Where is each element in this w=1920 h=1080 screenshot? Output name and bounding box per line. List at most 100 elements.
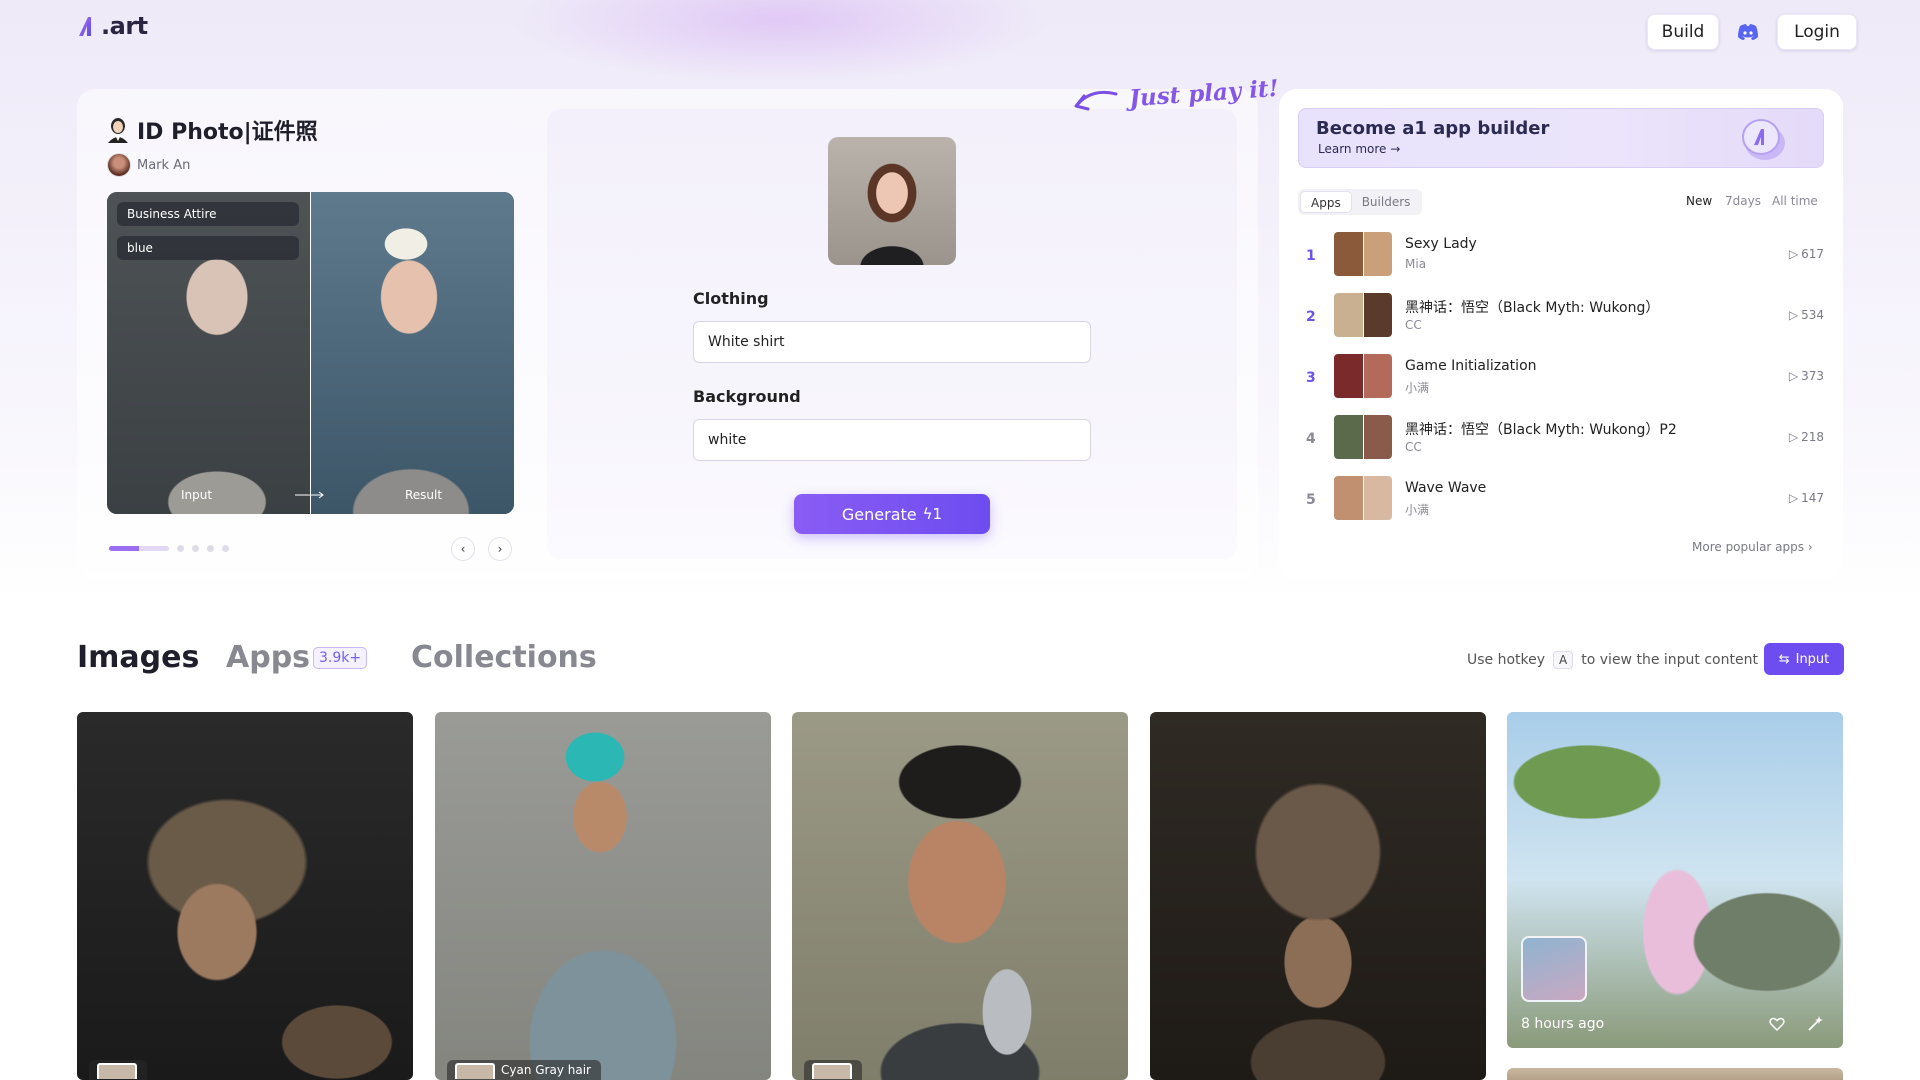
play-count-value: 147 bbox=[1801, 491, 1824, 505]
input-thumbnail bbox=[97, 1063, 137, 1079]
input-thumbnail bbox=[455, 1063, 495, 1079]
discord-icon bbox=[1738, 24, 1758, 40]
more-apps-label: More popular apps bbox=[1692, 540, 1805, 554]
app-author: CC bbox=[1405, 440, 1422, 454]
app-thumbnail bbox=[1334, 476, 1392, 520]
app-name: 黑神话：悟空（Black Myth: Wukong） bbox=[1405, 300, 1660, 316]
ranking-list: 1 Sexy Lady Mia ▷ 617 2 黑神话：悟空（Black Myth… bbox=[1298, 230, 1824, 535]
coin-icon bbox=[1742, 119, 1785, 160]
play-count: ▷ 534 bbox=[1789, 308, 1824, 322]
hotkey-pre-text: Use hotkey bbox=[1467, 652, 1546, 668]
chevron-right-icon: › bbox=[1807, 540, 1813, 554]
app-author[interactable]: Mark An bbox=[107, 153, 190, 177]
carousel-dot[interactable] bbox=[207, 545, 214, 552]
result-label: Result bbox=[405, 488, 443, 502]
clothing-input[interactable] bbox=[693, 321, 1091, 363]
range-all-time[interactable]: All time bbox=[1772, 194, 1818, 208]
timestamp: 8 hours ago bbox=[1521, 1016, 1605, 1032]
build-button[interactable]: Build bbox=[1647, 14, 1719, 50]
app-thumbnail bbox=[1334, 354, 1392, 398]
heart-icon[interactable] bbox=[1769, 1016, 1785, 1032]
gallery-image[interactable]: 8 hours ago bbox=[1507, 712, 1843, 1048]
tab-builders[interactable]: Builders bbox=[1352, 191, 1421, 213]
range-7days[interactable]: 7days bbox=[1725, 194, 1761, 208]
gallery-image[interactable] bbox=[77, 712, 413, 1080]
carousel-dot[interactable] bbox=[222, 545, 229, 552]
app-thumbnail bbox=[1334, 415, 1392, 459]
tab-images[interactable]: Images bbox=[77, 640, 199, 675]
tab-apps[interactable]: Apps bbox=[1300, 191, 1352, 213]
play-count-value: 534 bbox=[1801, 308, 1824, 322]
uploaded-photo[interactable] bbox=[828, 137, 956, 265]
more-popular-apps-link[interactable]: More popular apps › bbox=[1692, 540, 1813, 554]
carousel-prev-button[interactable]: ‹ bbox=[451, 537, 475, 561]
gallery-image[interactable] bbox=[792, 712, 1128, 1080]
input-thumbnail bbox=[812, 1063, 852, 1079]
learn-more-link[interactable]: Learn more → bbox=[1318, 142, 1400, 156]
top-header: .art Build Login bbox=[0, 0, 1920, 64]
list-item[interactable]: 4 黑神话：悟空（Black Myth: Wukong）P2 CC ▷ 218 bbox=[1298, 413, 1824, 474]
background-input[interactable] bbox=[693, 419, 1091, 461]
carousel-dot-active[interactable] bbox=[109, 546, 169, 551]
list-item[interactable]: 2 黑神话：悟空（Black Myth: Wukong） CC ▷ 534 bbox=[1298, 291, 1824, 352]
carousel-dot[interactable] bbox=[192, 545, 199, 552]
chevron-left-icon: ‹ bbox=[460, 542, 466, 556]
result-image bbox=[311, 192, 514, 514]
param-tag: blue bbox=[117, 236, 299, 260]
swap-icon: ⇆ bbox=[1778, 651, 1790, 667]
credit-cost: ϟ1 bbox=[923, 505, 942, 523]
input-button-label: Input bbox=[1795, 651, 1830, 667]
play-count: ▷ 147 bbox=[1789, 491, 1824, 505]
logo-text: .art bbox=[101, 12, 148, 40]
carousel-indicator bbox=[109, 545, 229, 552]
rank-number: 4 bbox=[1306, 431, 1316, 447]
app-name: Sexy Lady bbox=[1405, 236, 1477, 252]
compare-divider bbox=[310, 192, 311, 514]
range-new[interactable]: New bbox=[1686, 194, 1712, 208]
gallery-image[interactable]: Cyan Gray hair bbox=[435, 712, 771, 1080]
rank-number: 2 bbox=[1306, 309, 1316, 325]
play-icon: ▷ bbox=[1788, 247, 1799, 261]
hotkey-key: A bbox=[1553, 651, 1574, 669]
ranking-tabs: Apps Builders bbox=[1298, 189, 1423, 215]
generate-label: Generate bbox=[841, 504, 917, 524]
gallery-image[interactable] bbox=[1150, 712, 1486, 1080]
login-button[interactable]: Login bbox=[1777, 14, 1857, 50]
image-caption: Cyan Gray hair bbox=[447, 1060, 601, 1080]
promo-title: Become a1 app builder bbox=[1316, 118, 1550, 139]
list-item[interactable]: 3 Game Initialization 小满 ▷ 373 bbox=[1298, 352, 1824, 413]
id-photo-emoji-icon bbox=[108, 118, 128, 143]
magic-wand-icon[interactable] bbox=[1807, 1016, 1823, 1032]
app-author: 小满 bbox=[1405, 381, 1430, 395]
carousel-next-button[interactable]: › bbox=[488, 537, 512, 561]
play-count: ▷ 218 bbox=[1789, 430, 1824, 444]
lightning-icon: ϟ bbox=[922, 505, 933, 523]
list-item[interactable]: 5 Wave Wave 小满 ▷ 147 bbox=[1298, 474, 1824, 535]
app-name: 黑神话：悟空（Black Myth: Wukong）P2 bbox=[1405, 422, 1677, 438]
app-thumbnail bbox=[1334, 232, 1392, 276]
tab-collections[interactable]: Collections bbox=[411, 640, 597, 675]
param-tag: Business Attire bbox=[117, 202, 299, 226]
hotkey-hint: Use hotkey A to view the input content bbox=[1467, 651, 1758, 669]
avatar bbox=[107, 153, 131, 177]
hotkey-post-text: to view the input content bbox=[1581, 652, 1758, 668]
logo[interactable]: .art bbox=[77, 14, 148, 38]
image-caption bbox=[804, 1060, 862, 1080]
list-item[interactable]: 1 Sexy Lady Mia ▷ 617 bbox=[1298, 230, 1824, 291]
tab-apps-section[interactable]: Apps bbox=[226, 640, 310, 675]
app-author: CC bbox=[1405, 318, 1422, 332]
image-caption bbox=[89, 1060, 147, 1080]
discord-button[interactable] bbox=[1734, 18, 1762, 46]
gallery-image[interactable] bbox=[1507, 1068, 1843, 1080]
clothing-label: Clothing bbox=[693, 289, 769, 308]
input-toggle-button[interactable]: ⇆ Input bbox=[1764, 643, 1844, 675]
play-icon: ▷ bbox=[1788, 369, 1799, 383]
carousel-dot[interactable] bbox=[177, 545, 184, 552]
builder-promo-banner[interactable]: Become a1 app builder Learn more → bbox=[1298, 108, 1824, 168]
play-count-value: 373 bbox=[1801, 369, 1824, 383]
input-thumbnail bbox=[1521, 936, 1587, 1002]
generate-button[interactable]: Generate ϟ1 bbox=[794, 494, 990, 534]
author-name: Mark An bbox=[137, 157, 191, 173]
app-author: Mia bbox=[1405, 257, 1427, 271]
play-count: ▷ 373 bbox=[1789, 369, 1824, 383]
